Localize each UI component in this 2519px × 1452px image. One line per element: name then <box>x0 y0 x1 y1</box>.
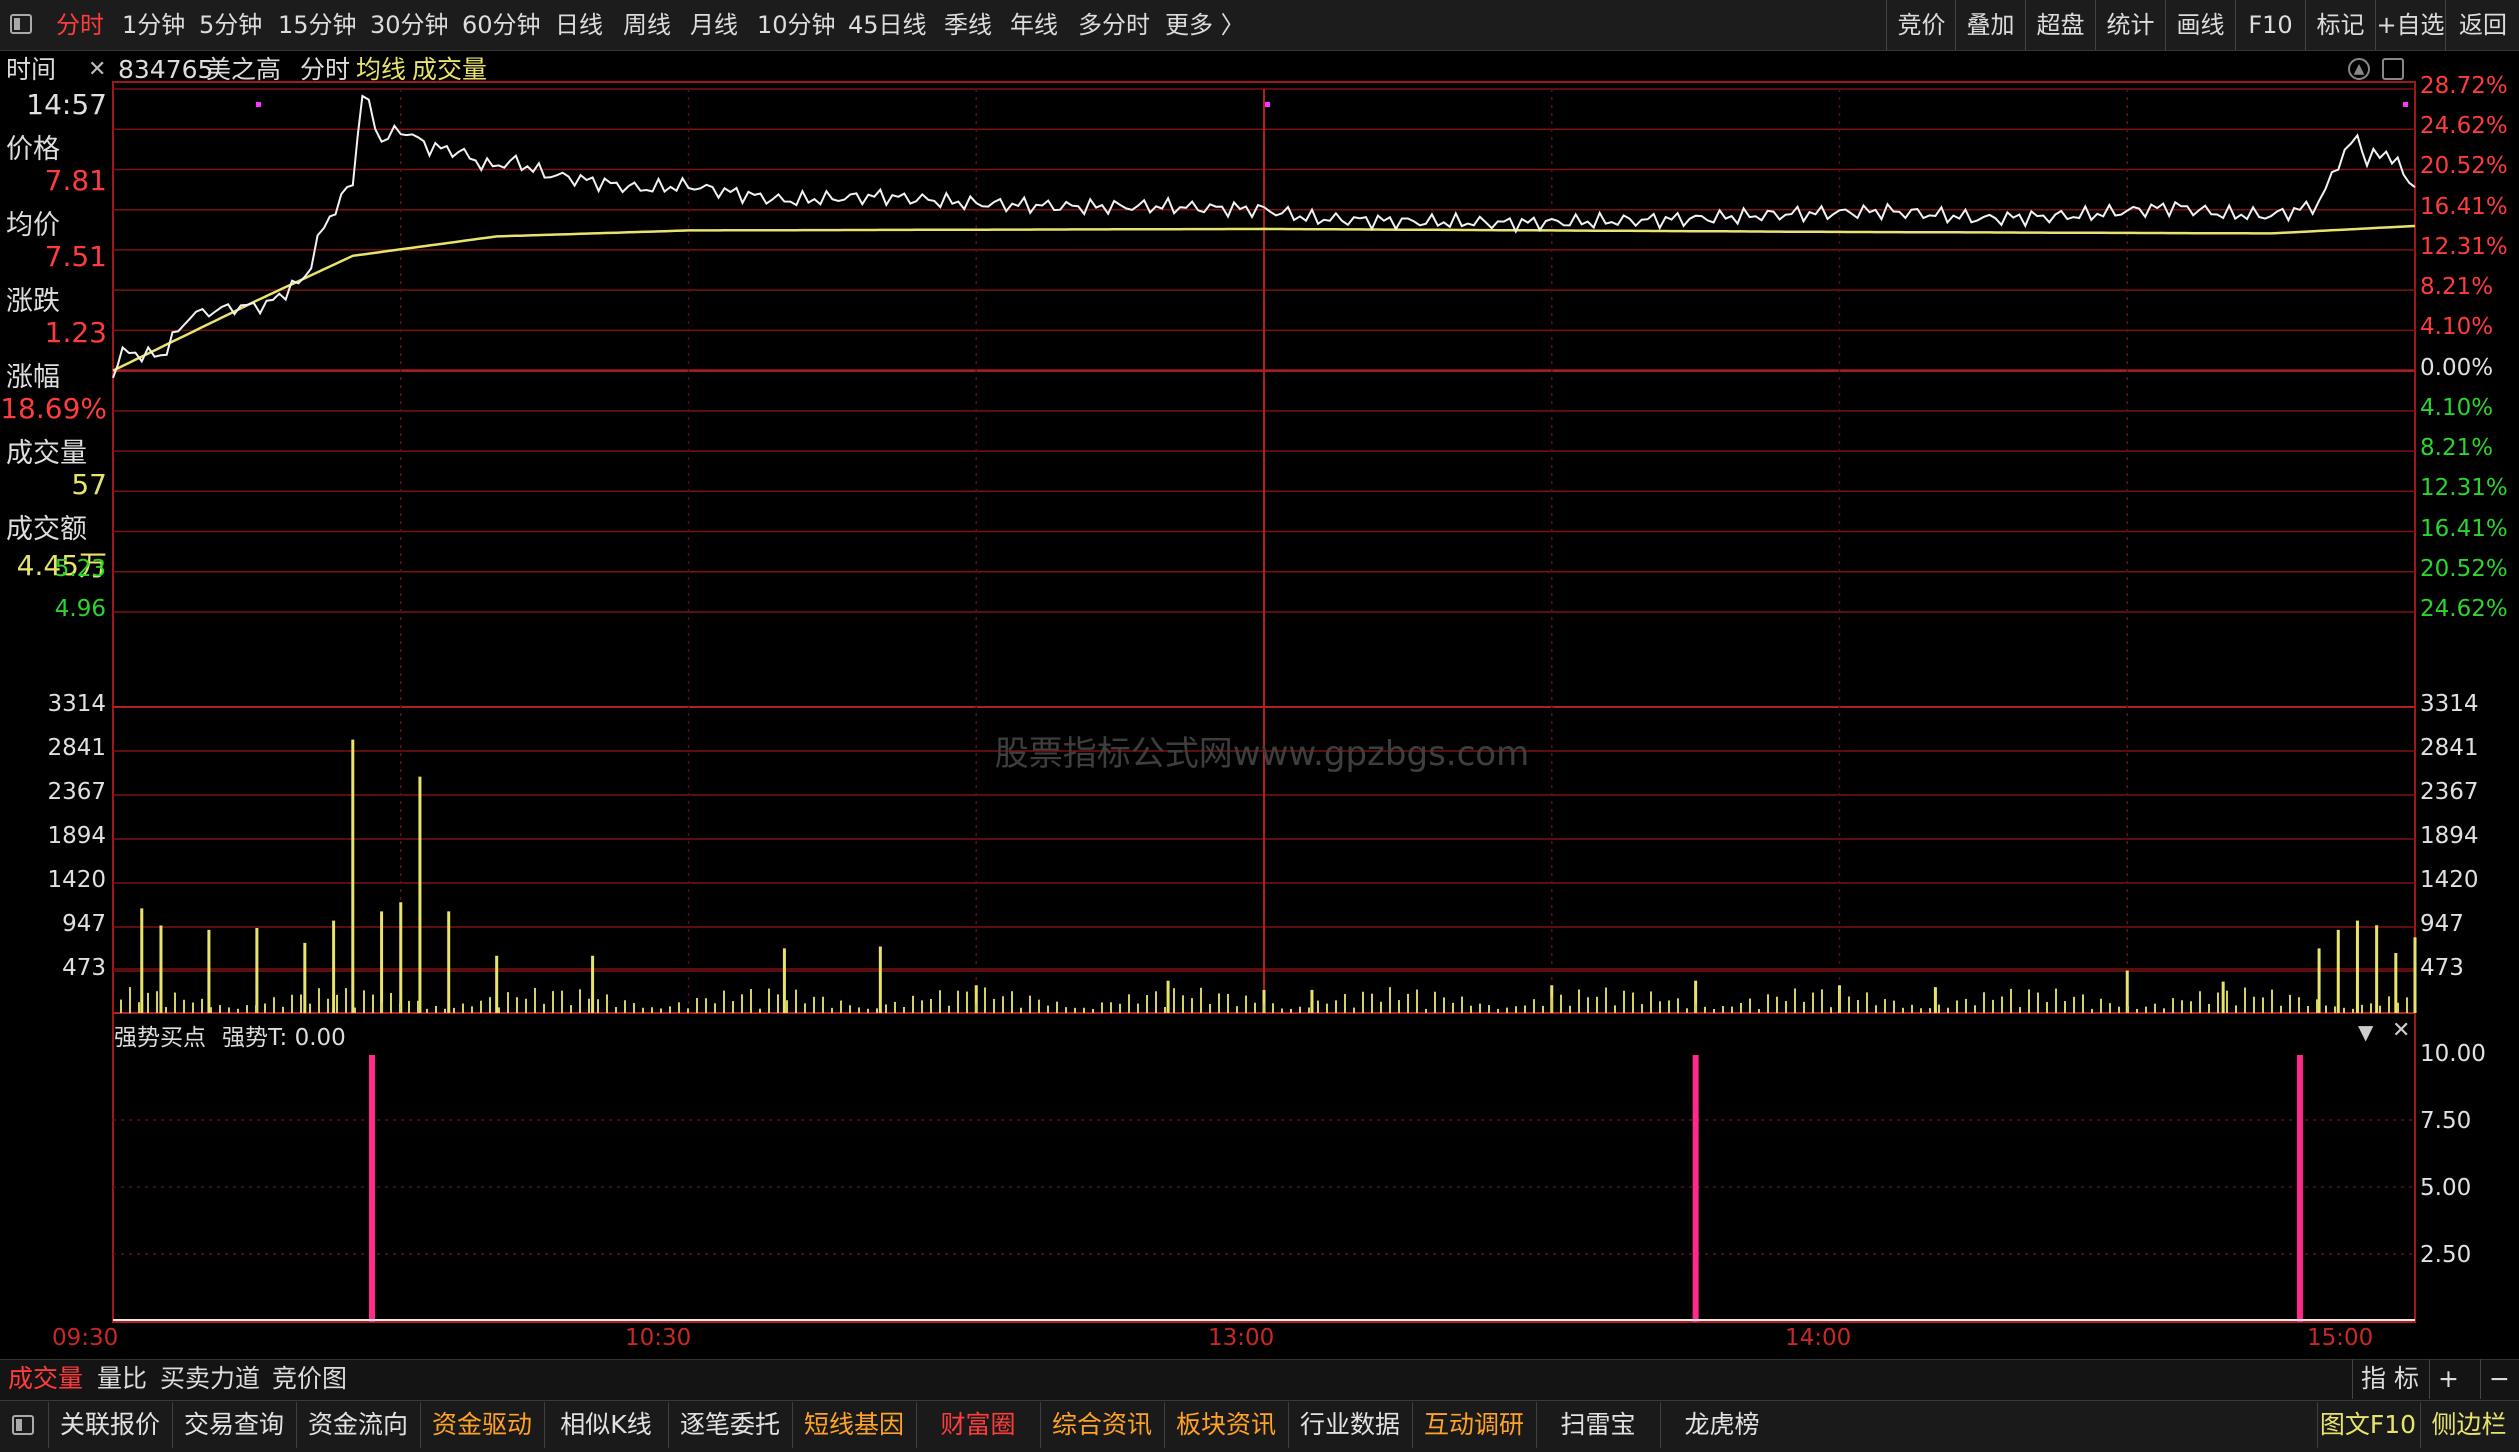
footer-button[interactable]: 逐笔委托 <box>668 1402 791 1448</box>
right-pct-tick: 20.52% <box>2420 555 2508 582</box>
intraday-chart[interactable]: 股票指标公式网www.gpzbgs.com <box>0 0 2519 1451</box>
time-tick: 09:30 <box>52 1325 119 1351</box>
time-tick: 15:00 <box>2307 1325 2374 1351</box>
right-volume-tick: 3314 <box>2420 691 2479 717</box>
indicator-tab[interactable]: 成交量 <box>8 1359 83 1399</box>
indicator-tab[interactable]: 竞价图 <box>272 1359 347 1399</box>
marker <box>256 102 261 107</box>
menu-icon[interactable] <box>12 1415 34 1435</box>
marker <box>2403 102 2408 107</box>
right-pct-tick: 4.10% <box>2420 394 2494 421</box>
indicator-tick: 2.50 <box>2420 1242 2472 1268</box>
left-volume-tick: 3314 <box>47 691 106 717</box>
footer-button[interactable]: 相似K线 <box>544 1402 667 1448</box>
indicator-tick: 7.50 <box>2420 1108 2472 1134</box>
watermark: 股票指标公式网www.gpzbgs.com <box>995 734 1529 774</box>
indicator-tick: 10.00 <box>2420 1041 2486 1067</box>
right-volume-tick: 2367 <box>2420 779 2479 805</box>
right-pct-tick: 24.62% <box>2420 113 2508 140</box>
triangle-down-icon[interactable]: ▼ <box>2358 1020 2373 1044</box>
footer-button[interactable]: 交易查询 <box>172 1402 295 1448</box>
right-volume-tick: 947 <box>2420 911 2464 937</box>
indicator-tab[interactable]: 买卖力道 <box>160 1359 260 1399</box>
bottom-control-button[interactable]: 指 标 <box>2352 1359 2419 1399</box>
right-pct-tick: 16.41% <box>2420 515 2508 542</box>
footer-button[interactable]: 扫雷宝 <box>1536 1402 1659 1448</box>
right-volume-tick: 1420 <box>2420 867 2479 893</box>
footer-button[interactable]: 互动调研 <box>1412 1402 1535 1448</box>
right-pct-tick: 20.52% <box>2420 153 2508 180</box>
indicator-value: 强势T: 0.00 <box>222 1025 346 1051</box>
bottom-control-button[interactable]: − <box>2480 1359 2510 1399</box>
footer-button[interactable]: 短线基因 <box>792 1402 915 1448</box>
close-icon[interactable]: ✕ <box>2392 1018 2410 1043</box>
time-tick: 14:00 <box>1785 1325 1852 1351</box>
right-volume-tick: 2841 <box>2420 735 2479 761</box>
right-pct-tick: 12.31% <box>2420 475 2508 502</box>
right-pct-tick: 28.72% <box>2420 73 2508 99</box>
bottom-control-button[interactable]: + <box>2429 1359 2459 1399</box>
left-price-tick: 4.96 <box>54 596 106 622</box>
footer-button[interactable]: 关联报价 <box>48 1402 171 1448</box>
right-pct-tick: 4.10% <box>2420 314 2494 341</box>
footer-button[interactable]: 龙虎榜 <box>1660 1402 1783 1448</box>
footer-right-button[interactable]: 侧边栏 <box>2420 1402 2517 1448</box>
right-pct-tick: 0.00% <box>2420 354 2494 381</box>
left-volume-tick: 1420 <box>47 867 106 893</box>
chart-grid <box>112 81 2416 1323</box>
left-volume-tick: 1894 <box>47 823 106 849</box>
indicator-title: 强势买点 <box>114 1025 206 1051</box>
right-volume-tick: 1894 <box>2420 823 2479 849</box>
indicator-tab[interactable]: 量比 <box>97 1359 147 1399</box>
right-pct-tick: 12.31% <box>2420 233 2508 260</box>
left-volume-tick: 2841 <box>47 735 106 761</box>
footer-button[interactable]: 行业数据 <box>1288 1402 1411 1448</box>
footer-button[interactable]: 综合资讯 <box>1040 1402 1163 1448</box>
left-price-tick: 5.23 <box>54 555 106 582</box>
right-pct-tick: 16.41% <box>2420 193 2508 220</box>
footer-button[interactable]: 财富圈 <box>916 1402 1039 1448</box>
footer-right-button[interactable]: 图文F10 <box>2317 1402 2418 1448</box>
time-tick: 13:00 <box>1208 1325 1275 1351</box>
footer-button[interactable]: 资金驱动 <box>420 1402 543 1448</box>
left-volume-tick: 473 <box>62 955 106 981</box>
marker <box>1265 102 1270 107</box>
right-pct-tick: 8.21% <box>2420 435 2494 462</box>
right-pct-tick: 24.62% <box>2420 596 2508 622</box>
indicator-tab-bar <box>0 1359 2519 1400</box>
left-volume-tick: 2367 <box>47 779 106 805</box>
footer-button[interactable]: 资金流向 <box>296 1402 419 1448</box>
footer-button[interactable]: 板块资讯 <box>1164 1402 1287 1448</box>
volume-bars <box>120 739 2417 1013</box>
left-volume-tick: 947 <box>62 911 106 937</box>
time-tick: 10:30 <box>625 1325 692 1351</box>
indicator-signals <box>113 1055 2415 1322</box>
indicator-tick: 5.00 <box>2420 1175 2472 1201</box>
right-volume-tick: 473 <box>2420 955 2464 981</box>
right-pct-tick: 8.21% <box>2420 274 2494 301</box>
